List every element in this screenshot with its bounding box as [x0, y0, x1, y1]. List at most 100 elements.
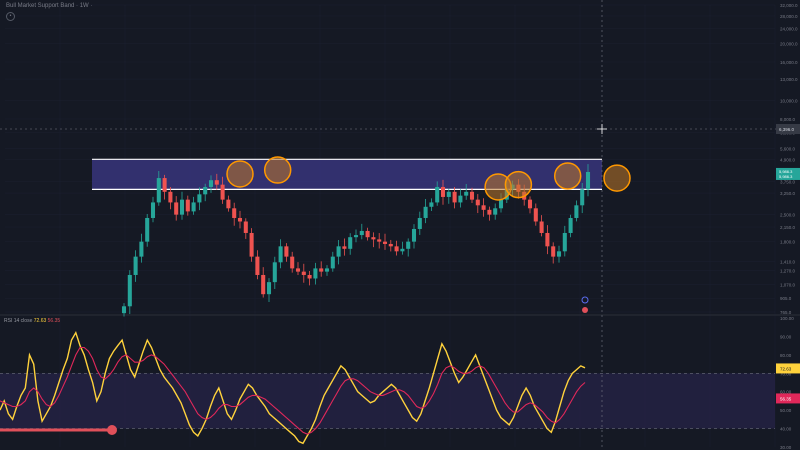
touch-highlight-circle — [553, 162, 582, 190]
rsi-axis-label: 30.00 — [780, 445, 792, 450]
price-axis-label: 1,800.0 — [780, 240, 796, 245]
candle-body — [342, 246, 347, 249]
touch-highlight-circle — [263, 156, 292, 184]
price-axis-label: 13,000.0 — [780, 77, 798, 82]
price-axis-label: 765.0 — [780, 310, 792, 315]
price-axis-label: 3,750.0 — [780, 179, 796, 184]
candle-body — [539, 221, 544, 233]
candle-body — [556, 251, 562, 257]
crosshair-price-value: 6,396.0 — [779, 127, 795, 132]
candle-body — [255, 256, 260, 275]
price-axis-label: 8,000.0 — [780, 117, 796, 122]
rsi-ma-value: 56.35 — [47, 318, 61, 324]
candle-body — [452, 191, 457, 203]
rsi-label: RSI 14 close — [4, 318, 33, 324]
candle-body — [417, 217, 422, 229]
indicator-title: Bull Market Support Band — [6, 3, 75, 9]
candle-body — [208, 180, 214, 187]
candle-body — [295, 268, 301, 272]
price-axis-label: 16,000.0 — [780, 60, 798, 65]
candle-body — [220, 184, 225, 200]
touch-highlight-circle — [226, 160, 254, 188]
candle-body — [533, 208, 538, 222]
candle-body — [243, 221, 248, 233]
touch-highlight-circle — [603, 164, 631, 192]
candle-body — [551, 246, 556, 257]
candle-body — [185, 199, 190, 212]
candle-body — [145, 217, 150, 242]
candle-body — [464, 191, 469, 196]
event-marker-icon — [581, 296, 589, 304]
candle-body — [133, 256, 138, 275]
candle-body — [568, 217, 573, 233]
candle-body — [261, 274, 266, 295]
candle-body — [388, 243, 393, 247]
price-axis-label: 28,000.0 — [780, 14, 798, 19]
candle-body — [272, 262, 277, 283]
candle-body — [493, 208, 498, 215]
rsi-axis-label: 100.00 — [780, 316, 794, 321]
candle-body — [545, 232, 550, 247]
candle-body — [371, 237, 376, 240]
chart-canvas[interactable]: 32,000.0 28,000.0 24,000.0 20,000.0 16,000.0… — [0, 0, 800, 450]
candle-body — [527, 199, 533, 209]
candle-body — [226, 199, 231, 209]
candle-body — [237, 217, 243, 222]
rsi-band-fill — [0, 373, 775, 429]
candle-body — [377, 239, 382, 242]
candle-body — [290, 256, 295, 269]
candle-body — [574, 205, 579, 218]
touch-highlight-circle — [504, 170, 533, 199]
candle-body — [458, 195, 463, 203]
candle-body — [446, 191, 451, 197]
candle-body — [359, 230, 364, 236]
candle-body — [475, 199, 480, 206]
replay-slider-handle — [107, 425, 117, 435]
candle-body — [121, 306, 127, 314]
candle-body — [423, 206, 428, 218]
candle-body — [139, 241, 144, 257]
candle-body — [406, 241, 411, 249]
current-price-value-sub: 5,986.3 — [779, 174, 793, 179]
candle-body — [156, 178, 161, 203]
candle-body — [278, 246, 283, 263]
indicator-header[interactable]: Bull Market Support Band · 1W · — [6, 3, 92, 9]
candle-body — [394, 246, 399, 252]
price-axis-label: 20,000.0 — [780, 42, 798, 47]
candle-body — [232, 208, 237, 218]
candle-body — [324, 268, 330, 272]
candle-body — [487, 209, 492, 215]
rsi-axis-label: 80.00 — [780, 353, 792, 358]
candle-body — [562, 232, 567, 252]
candle-body — [162, 178, 167, 192]
candle-body — [365, 230, 370, 238]
rsi-value: 72.63 — [33, 318, 47, 324]
candle-body — [400, 248, 405, 252]
candle-body — [174, 202, 179, 215]
rsi-axis-label: 90.00 — [780, 334, 792, 339]
candle-body — [191, 202, 196, 212]
candle-body — [168, 191, 173, 203]
rsi-panel — [0, 330, 775, 445]
candle-body — [580, 189, 585, 206]
rsi-header[interactable]: RSI 14 close 72.63 56.35 — [4, 318, 60, 324]
price-axis-label: 4,900.0 — [780, 157, 796, 162]
rsi-axis-label: 50.00 — [780, 408, 792, 413]
price-axis-label: 1,070.0 — [780, 282, 796, 287]
eye-icon[interactable]: • — [6, 12, 15, 21]
price-axis-label: 1,410.0 — [780, 260, 796, 265]
candle-body — [353, 235, 359, 238]
indicator-title-extra: · 1W · — [76, 3, 93, 9]
price-axis-label: 24,000.0 — [780, 27, 798, 32]
candle-body — [179, 199, 185, 215]
candle-body — [498, 199, 504, 209]
candle-body — [266, 282, 272, 295]
candle-body — [150, 202, 156, 218]
rsi-axis-label: 40.00 — [780, 427, 792, 432]
price-axis-label: 1,270.0 — [780, 268, 796, 273]
rsi-ma-badge-text: 56.35 — [780, 396, 792, 401]
price-axis[interactable]: 32,000.0 28,000.0 24,000.0 20,000.0 16,000.0… — [776, 3, 800, 450]
candle-body — [429, 202, 434, 207]
candle-body — [284, 246, 289, 257]
price-axis-label: 2,150.0 — [780, 225, 796, 230]
